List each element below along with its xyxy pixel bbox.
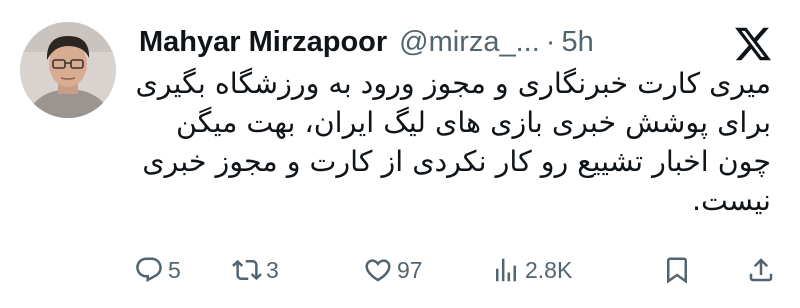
tweet-card[interactable]: Mahyar Mirzapoor @mirza_... · 5h میری کا… <box>0 0 800 308</box>
share-button[interactable] <box>746 252 776 288</box>
retweet-count: 3 <box>266 256 279 283</box>
tweet-header: Mahyar Mirzapoor @mirza_... · 5h <box>139 22 594 62</box>
reply-button[interactable]: 5 <box>134 252 181 288</box>
bookmark-button[interactable] <box>662 252 692 288</box>
views-button[interactable]: 2.8K <box>491 252 572 288</box>
tweet-text: میری کارت خبرنگاری و مجوز ورود به ورزشگا… <box>135 64 771 220</box>
handle[interactable]: @mirza_... <box>399 26 540 59</box>
reply-count: 5 <box>168 256 181 283</box>
heart-icon <box>363 255 393 285</box>
retweet-button[interactable]: 3 <box>232 252 279 288</box>
timestamp[interactable]: 5h <box>561 26 593 59</box>
share-icon <box>746 255 776 285</box>
reply-icon <box>134 255 164 285</box>
like-button[interactable]: 97 <box>363 252 423 288</box>
display-name[interactable]: Mahyar Mirzapoor <box>139 26 387 59</box>
separator-dot: · <box>545 25 556 58</box>
tweet-text-line: چون اخبار تشییع رو کار نکردی از کارت و م… <box>142 145 771 178</box>
action-bar: 5 3 97 2.8K <box>134 252 779 288</box>
like-count: 97 <box>397 256 423 283</box>
tweet-text-line: برای پوشش خبری بازی های لیگ ایران، بهت م… <box>176 106 771 139</box>
views-icon <box>491 255 521 285</box>
x-logo-icon <box>733 24 773 64</box>
views-count: 2.8K <box>525 256 573 283</box>
tweet-text-line: نیست. <box>691 184 771 217</box>
bookmark-icon <box>662 255 692 285</box>
retweet-icon <box>232 255 262 285</box>
tweet-text-line: میری کارت خبرنگاری و مجوز ورود به ورزشگا… <box>135 67 771 100</box>
avatar[interactable] <box>20 22 116 118</box>
